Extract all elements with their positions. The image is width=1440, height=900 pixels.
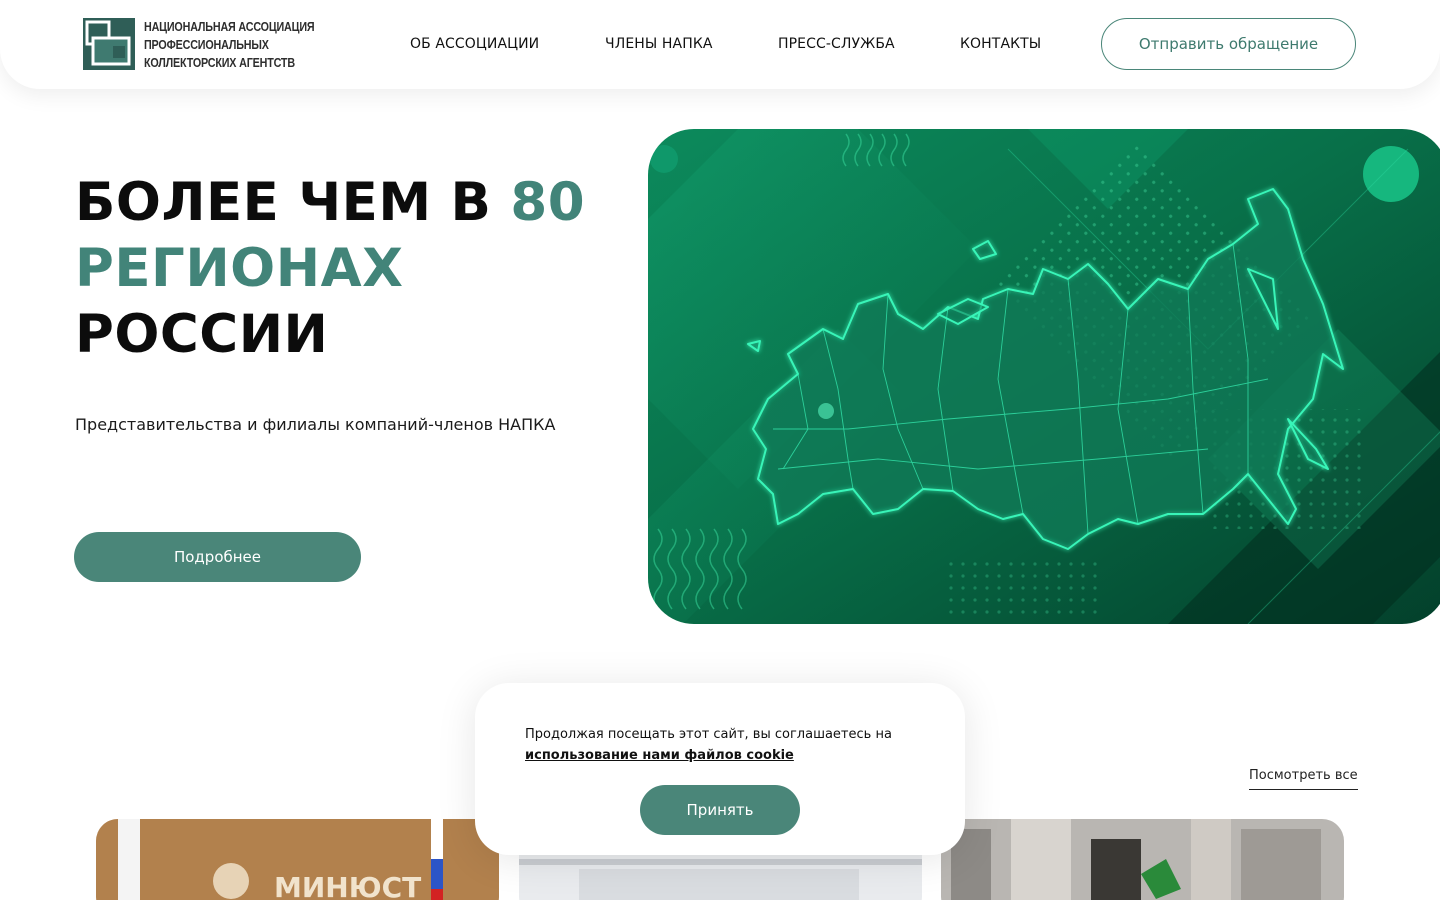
hero-title-part: БОЛЕЕ ЧЕМ В: [75, 172, 511, 233]
news-card-image: [941, 819, 1344, 900]
hero-title-country: РОССИИ: [75, 304, 329, 365]
cookie-consent-banner: Продолжая посещать этот сайт, вы соглаша…: [475, 683, 965, 855]
hero-title: БОЛЕЕ ЧЕМ В 80 РЕГИОНАХ РОССИИ: [75, 170, 585, 368]
russia-map-banner-image: [648, 129, 1440, 624]
hero-title-regions: РЕГИОНАХ: [75, 238, 404, 299]
logo-line: ПРОФЕССИОНАЛЬНЫХ: [144, 38, 269, 52]
accept-cookies-button[interactable]: Принять: [640, 785, 800, 835]
logo-line: НАЦИОНАЛЬНАЯ АССОЦИАЦИЯ: [144, 20, 315, 34]
send-request-button[interactable]: Отправить обращение: [1101, 18, 1356, 70]
nav-about[interactable]: ОБ АССОЦИАЦИИ: [410, 36, 539, 52]
news-card-image: МИНЮСТ: [96, 819, 499, 900]
news-card[interactable]: [941, 819, 1344, 900]
logo-text: НАЦИОНАЛЬНАЯ АССОЦИАЦИЯ ПРОФЕССИОНАЛЬНЫХ…: [144, 18, 355, 72]
see-all-news-link[interactable]: Посмотреть все: [1249, 768, 1358, 790]
site-header: НАЦИОНАЛЬНАЯ АССОЦИАЦИЯ ПРОФЕССИОНАЛЬНЫХ…: [0, 0, 1440, 89]
association-logo-icon: [83, 18, 135, 70]
cookie-policy-link[interactable]: использование нами файлов cookie: [525, 748, 794, 763]
more-button[interactable]: Подробнее: [74, 532, 361, 582]
logo[interactable]: НАЦИОНАЛЬНАЯ АССОЦИАЦИЯ ПРОФЕССИОНАЛЬНЫХ…: [83, 18, 389, 72]
cookie-text: Продолжая посещать этот сайт, вы соглаша…: [525, 724, 925, 766]
hero-title-number: 80: [510, 172, 586, 233]
logo-line: КОЛЛЕКТОРСКИХ АГЕНТСТВ: [144, 56, 295, 70]
hero-slider[interactable]: [648, 129, 1440, 624]
hero-subtitle: Представительства и филиалы компаний-чле…: [75, 415, 556, 434]
news-card[interactable]: МИНЮСТ: [96, 819, 499, 900]
nav-contacts[interactable]: КОНТАКТЫ: [960, 36, 1041, 52]
cookie-message: Продолжая посещать этот сайт, вы соглаша…: [525, 727, 892, 742]
nav-members[interactable]: ЧЛЕНЫ НАПКА: [605, 36, 713, 52]
nav-press[interactable]: ПРЕСС-СЛУЖБА: [778, 36, 895, 52]
ministry-sign: МИНЮСТ: [274, 871, 421, 900]
